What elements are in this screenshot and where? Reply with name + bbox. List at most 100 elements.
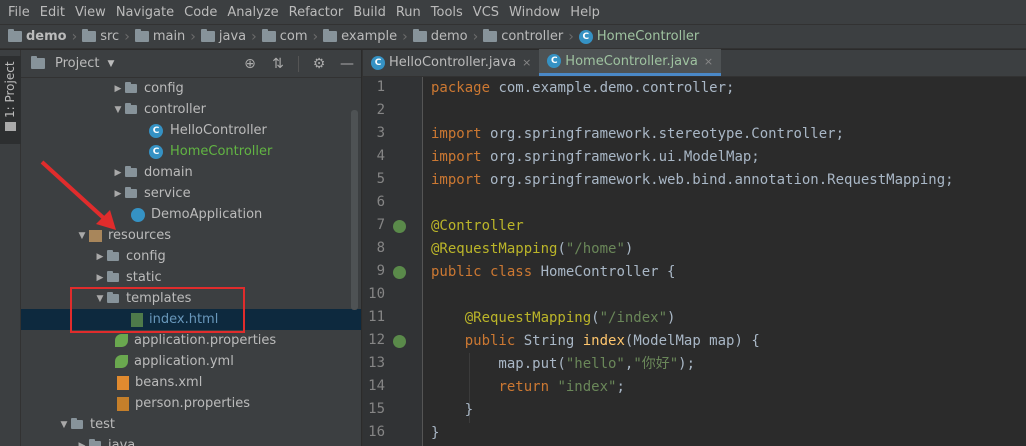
- tree-item-label: person.properties: [135, 396, 251, 411]
- tree-item-label: config: [126, 249, 166, 264]
- folder-icon: [200, 29, 215, 42]
- line-number: 7: [376, 217, 385, 233]
- project-view-selector[interactable]: Project: [55, 56, 99, 71]
- tree-item-label: application.yml: [134, 354, 234, 369]
- tree-item-label: application.properties: [134, 333, 277, 348]
- tree-item-config[interactable]: ▶ config: [21, 78, 361, 99]
- tree-item-label: domain: [144, 165, 193, 180]
- line-number: 10: [368, 286, 385, 302]
- spring-bean-icon[interactable]: [393, 220, 406, 233]
- tree-item-test[interactable]: ▼ test: [21, 414, 361, 435]
- folder-icon: [8, 29, 22, 42]
- collapse-all-icon[interactable]: ⇅: [270, 56, 286, 72]
- breadcrumb-project-label: demo: [26, 29, 67, 44]
- code-line-16: }: [431, 425, 440, 441]
- tree-item-application-yml[interactable]: application.yml: [21, 351, 361, 372]
- folder-icon: [261, 29, 276, 42]
- code-line-5: import org.springframework.web.bind.anno…: [431, 172, 954, 188]
- editor: C HelloController.java × C HomeControlle…: [362, 49, 1026, 446]
- breadcrumb-controller-label: controller: [501, 29, 564, 44]
- code-line-1: package com.example.demo.controller;: [431, 80, 735, 96]
- breadcrumb-main[interactable]: main: [134, 29, 186, 44]
- menu-code[interactable]: Code: [179, 5, 222, 20]
- tree-item-application-properties[interactable]: application.properties: [21, 330, 361, 351]
- tab-homecontroller[interactable]: C HomeController.java ×: [539, 49, 722, 76]
- menu-run[interactable]: Run: [391, 5, 426, 20]
- chevron-right-icon: ›: [312, 28, 319, 45]
- close-icon[interactable]: ×: [704, 55, 713, 68]
- tree-item-controller[interactable]: ▼ controller: [21, 99, 361, 120]
- class-icon: C: [149, 144, 163, 159]
- code-line-11: @RequestMapping("/index"): [464, 310, 676, 326]
- collapse-arrow-icon[interactable]: ▼: [57, 420, 71, 430]
- chevron-right-icon: ›: [190, 28, 196, 45]
- breadcrumb-main-label: main: [152, 29, 186, 44]
- expand-arrow-icon[interactable]: ▶: [93, 273, 107, 283]
- tab-hellocontroller[interactable]: C HelloController.java ×: [363, 49, 539, 76]
- line-number: 11: [368, 309, 385, 325]
- breadcrumb-demo[interactable]: demo: [412, 29, 468, 44]
- menu-build[interactable]: Build: [348, 5, 391, 20]
- line-number: 15: [368, 401, 385, 417]
- folder-icon: [125, 82, 137, 93]
- gear-icon[interactable]: ⚙: [311, 56, 327, 72]
- chevron-right-icon: ›: [402, 28, 408, 45]
- folder-icon: [125, 103, 137, 114]
- chevron-right-icon: ›: [568, 28, 574, 45]
- menu-navigate[interactable]: Navigate: [111, 5, 179, 20]
- tree-item-label: controller: [144, 102, 207, 117]
- project-panel-toolbar: ⊕ ⇅ ⚙ —: [242, 50, 355, 78]
- code-area[interactable]: package com.example.demo.controller; imp…: [431, 77, 1026, 446]
- line-number: 16: [368, 424, 385, 440]
- chevron-right-icon: ›: [251, 28, 257, 45]
- breadcrumb-file[interactable]: C HomeController: [578, 29, 699, 44]
- tree-item-hellocontroller[interactable]: C HelloController: [21, 120, 361, 141]
- close-icon[interactable]: ×: [522, 56, 531, 69]
- breadcrumb-java[interactable]: java: [200, 29, 246, 44]
- menu-tools[interactable]: Tools: [426, 5, 468, 20]
- expand-arrow-icon[interactable]: ▶: [75, 441, 89, 446]
- folder-icon: [323, 29, 338, 42]
- collapse-arrow-icon[interactable]: ▼: [111, 105, 125, 115]
- tree-item-java[interactable]: ▶ java: [21, 435, 361, 446]
- project-tree-scrollbar[interactable]: [351, 110, 358, 310]
- code-line-3: import org.springframework.stereotype.Co…: [431, 126, 845, 142]
- menu-help[interactable]: Help: [565, 5, 605, 20]
- menu-refactor[interactable]: Refactor: [284, 5, 349, 20]
- spring-bean-icon[interactable]: [393, 266, 406, 279]
- menu-edit[interactable]: Edit: [35, 5, 70, 20]
- expand-arrow-icon[interactable]: ▶: [93, 252, 107, 262]
- hide-icon[interactable]: —: [339, 56, 355, 72]
- menu-view[interactable]: View: [70, 5, 111, 20]
- tree-item-person-properties[interactable]: person.properties: [21, 393, 361, 414]
- tree-item-static[interactable]: ▶ static: [21, 267, 361, 288]
- menu-vcs[interactable]: VCS: [468, 5, 504, 20]
- tree-item-config-resources[interactable]: ▶ config: [21, 246, 361, 267]
- editor-gutter: 1 2 3 4 5 6 7 8 9 10 11 12 13 14 15 16: [363, 77, 423, 446]
- locate-icon[interactable]: ⊕: [242, 56, 258, 72]
- tree-item-beans-xml[interactable]: beans.xml: [21, 372, 361, 393]
- properties-file-icon: [117, 396, 129, 411]
- menu-file[interactable]: File: [3, 5, 35, 20]
- line-number: 5: [376, 171, 385, 187]
- menu-window[interactable]: Window: [504, 5, 565, 20]
- tree-item-label: DemoApplication: [151, 207, 263, 222]
- tree-item-label: HelloController: [170, 123, 267, 138]
- project-tool-tab[interactable]: 1: Project: [0, 56, 21, 144]
- breadcrumb-com[interactable]: com: [261, 29, 308, 44]
- project-tool-tab-label: 1: Project: [3, 61, 17, 118]
- request-mapping-icon[interactable]: [393, 335, 406, 348]
- menu-analyze[interactable]: Analyze: [222, 5, 283, 20]
- chevron-down-icon[interactable]: ▼: [107, 59, 114, 69]
- breadcrumb-controller[interactable]: controller: [483, 29, 563, 44]
- breadcrumb-project[interactable]: demo: [8, 29, 67, 44]
- breadcrumb-example[interactable]: example: [323, 29, 397, 44]
- folder-icon: [107, 271, 119, 282]
- breadcrumb-src[interactable]: src: [82, 29, 119, 44]
- tree-item-homecontroller[interactable]: C HomeController: [21, 141, 361, 162]
- class-icon: C: [578, 29, 593, 44]
- line-number: 12: [368, 332, 385, 348]
- breadcrumb: demo › src › main › java › com › example…: [0, 24, 1026, 49]
- expand-arrow-icon[interactable]: ▶: [111, 84, 125, 94]
- tree-item-label: test: [90, 417, 115, 432]
